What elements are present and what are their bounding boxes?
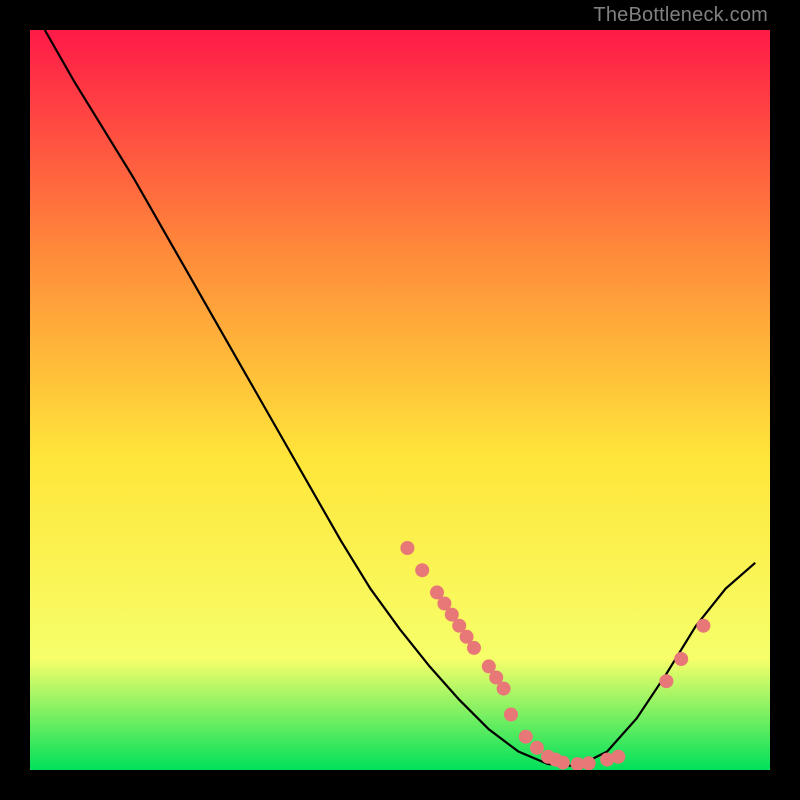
scatter-point bbox=[696, 619, 710, 633]
scatter-point bbox=[530, 741, 544, 755]
scatter-point bbox=[467, 641, 481, 655]
scatter-point bbox=[582, 756, 596, 770]
scatter-point bbox=[674, 652, 688, 666]
scatter-point bbox=[556, 756, 570, 770]
scatter-point bbox=[659, 674, 673, 688]
gradient-background bbox=[30, 30, 770, 770]
scatter-point bbox=[400, 541, 414, 555]
scatter-point bbox=[519, 730, 533, 744]
scatter-point bbox=[415, 563, 429, 577]
chart-frame bbox=[30, 30, 770, 770]
chart-svg bbox=[30, 30, 770, 770]
scatter-point bbox=[504, 708, 518, 722]
scatter-point bbox=[611, 750, 625, 764]
scatter-point bbox=[497, 682, 511, 696]
attribution-label: TheBottleneck.com bbox=[593, 4, 768, 27]
